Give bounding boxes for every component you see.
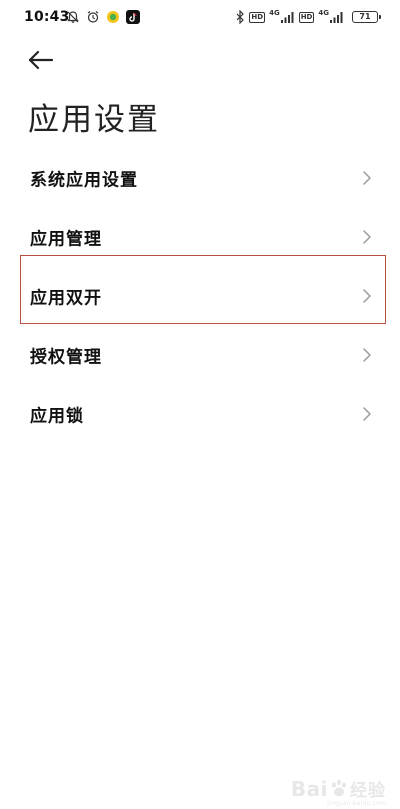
settings-list: 系统应用设置 应用管理 应用双开 授权管理 应用锁 — [0, 148, 400, 443]
list-item-dual-apps[interactable]: 应用双开 — [0, 266, 400, 325]
back-arrow-icon — [28, 50, 54, 70]
watermark-brand-cn: 经验 — [350, 781, 386, 801]
page-title: 应用设置 — [28, 102, 160, 138]
screen: 10:43 HD 4G HD 4G 71 应用设置 系统应用设置 应用管理 应用… — [0, 0, 400, 809]
list-item-app-lock[interactable]: 应用锁 — [0, 384, 400, 443]
status-left-icons — [66, 10, 140, 24]
list-item-label: 应用双开 — [30, 288, 102, 308]
chevron-right-icon — [362, 406, 372, 422]
bluetooth-icon — [235, 10, 245, 24]
list-item-app-management[interactable]: 应用管理 — [0, 207, 400, 266]
list-item-label: 应用管理 — [30, 229, 102, 249]
alarm-clock-icon — [86, 10, 100, 24]
signal-strength-icon-2 — [330, 11, 344, 23]
app-notification-icon — [106, 10, 120, 24]
mute-bell-icon — [66, 10, 80, 24]
tiktok-icon — [126, 10, 140, 24]
watermark-url: jingyan.baidu.com — [327, 800, 386, 807]
network-type-1: 4G — [269, 9, 280, 17]
signal-strength-icon-1 — [280, 11, 295, 23]
chevron-right-icon — [362, 288, 372, 304]
hd-badge-2: HD — [298, 11, 315, 23]
back-button[interactable] — [26, 46, 56, 74]
battery-icon: 71 — [352, 11, 381, 23]
status-right-icons: HD 4G HD 4G 71 — [235, 9, 381, 24]
chevron-right-icon — [362, 170, 372, 186]
status-time: 10:43 — [24, 9, 70, 25]
battery-level: 71 — [359, 12, 371, 21]
watermark-logo: Bai 经验 jingyan.baidu.com — [290, 776, 386, 808]
list-item-system-app-settings[interactable]: 系统应用设置 — [0, 148, 400, 207]
watermark-brand: Bai — [290, 776, 328, 801]
hd-badge-1: HD — [249, 11, 266, 23]
list-item-label: 系统应用设置 — [30, 170, 138, 190]
chevron-right-icon — [362, 347, 372, 363]
network-type-2: 4G — [318, 9, 329, 17]
list-item-label: 应用锁 — [30, 406, 84, 426]
status-bar: 10:43 HD 4G HD 4G 71 — [0, 0, 400, 36]
paw-icon — [332, 779, 346, 796]
chevron-right-icon — [362, 229, 372, 245]
list-item-permissions[interactable]: 授权管理 — [0, 325, 400, 384]
list-item-label: 授权管理 — [30, 347, 102, 367]
